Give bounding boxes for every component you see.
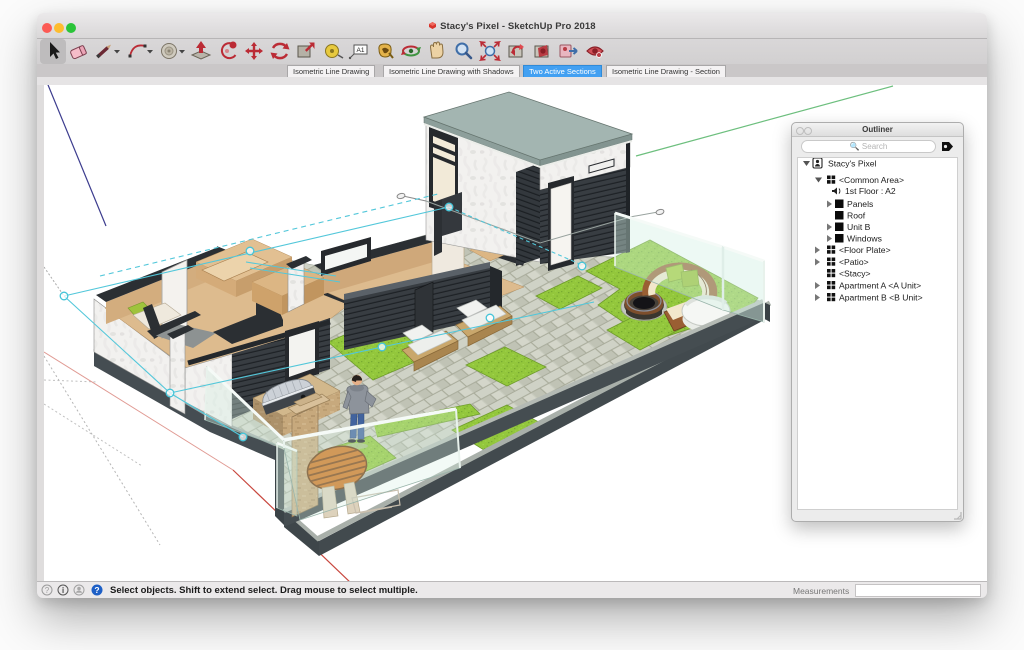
svg-text:1st Floor : A2: 1st Floor : A2	[845, 186, 896, 196]
svg-text:<Common Area>: <Common Area>	[839, 175, 904, 185]
svg-text:A1: A1	[357, 47, 365, 54]
svg-text:Stacy's Pixel: Stacy's Pixel	[828, 159, 877, 169]
svg-text:<Floor Plate>: <Floor Plate>	[839, 245, 891, 255]
svg-text:Roof: Roof	[847, 211, 866, 221]
svg-text:<Patio>: <Patio>	[839, 257, 869, 267]
svg-text:Apartment A <A Unit>: Apartment A <A Unit>	[839, 281, 921, 291]
svg-text:Unit B: Unit B	[847, 222, 871, 232]
svg-text:Apartment B <B Unit>: Apartment B <B Unit>	[839, 293, 923, 303]
svg-text:<Stacy>: <Stacy>	[839, 269, 871, 279]
svg-text:Windows: Windows	[847, 234, 882, 244]
svg-text:Panels: Panels	[847, 199, 873, 209]
svg-text:?: ?	[94, 585, 99, 595]
svg-text:i: i	[62, 585, 64, 595]
svg-text:?: ?	[45, 586, 50, 595]
